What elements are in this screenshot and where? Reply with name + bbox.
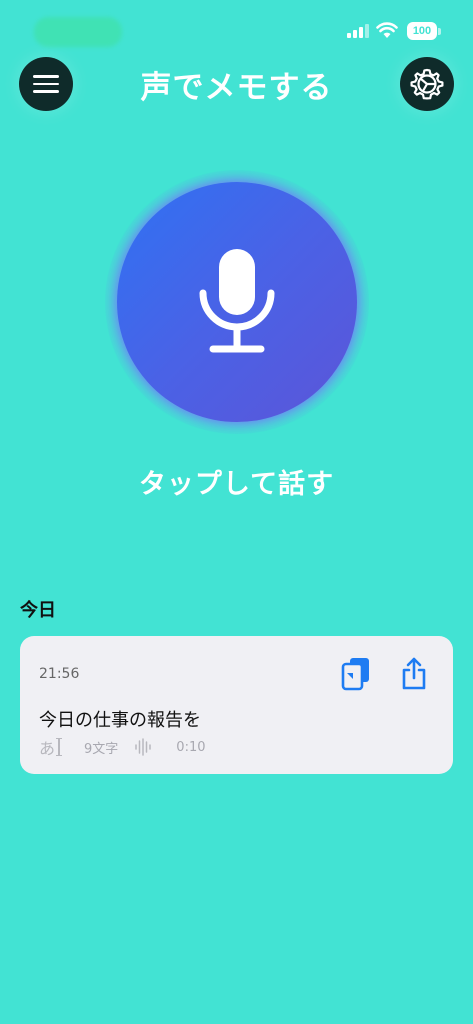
record-button[interactable] xyxy=(117,182,357,422)
waveform-icon xyxy=(135,738,152,756)
settings-button[interactable] xyxy=(400,57,454,111)
status-bar: 100 xyxy=(0,0,473,60)
cellular-signal-icon xyxy=(347,24,371,38)
copy-icon xyxy=(341,658,369,691)
char-count: 9文字 xyxy=(84,741,119,757)
tap-to-speak-label: タップして話す xyxy=(138,469,335,500)
battery-indicator: 100 xyxy=(407,22,437,40)
input-mode-icon: あ xyxy=(39,739,56,758)
microphone-icon xyxy=(199,249,275,353)
memo-time: 21:56 xyxy=(39,666,80,682)
text-cursor-icon xyxy=(56,738,63,756)
section-title-today: 今日 xyxy=(20,600,56,621)
copy-button[interactable] xyxy=(336,654,376,694)
memo-card[interactable]: 21:56 今日の仕事の報告を あ 9文字 0:10 xyxy=(20,636,453,774)
wifi-icon xyxy=(376,22,398,38)
duration: 0:10 xyxy=(176,739,206,755)
status-time-area xyxy=(34,17,122,47)
memo-text: 今日の仕事の報告を xyxy=(39,710,201,731)
gear-icon xyxy=(410,68,444,100)
share-button[interactable] xyxy=(394,654,434,694)
memo-meta: あ 9文字 0:10 xyxy=(39,736,206,758)
battery-level: 100 xyxy=(412,25,432,37)
share-icon xyxy=(402,657,426,690)
battery-tip xyxy=(438,28,441,35)
